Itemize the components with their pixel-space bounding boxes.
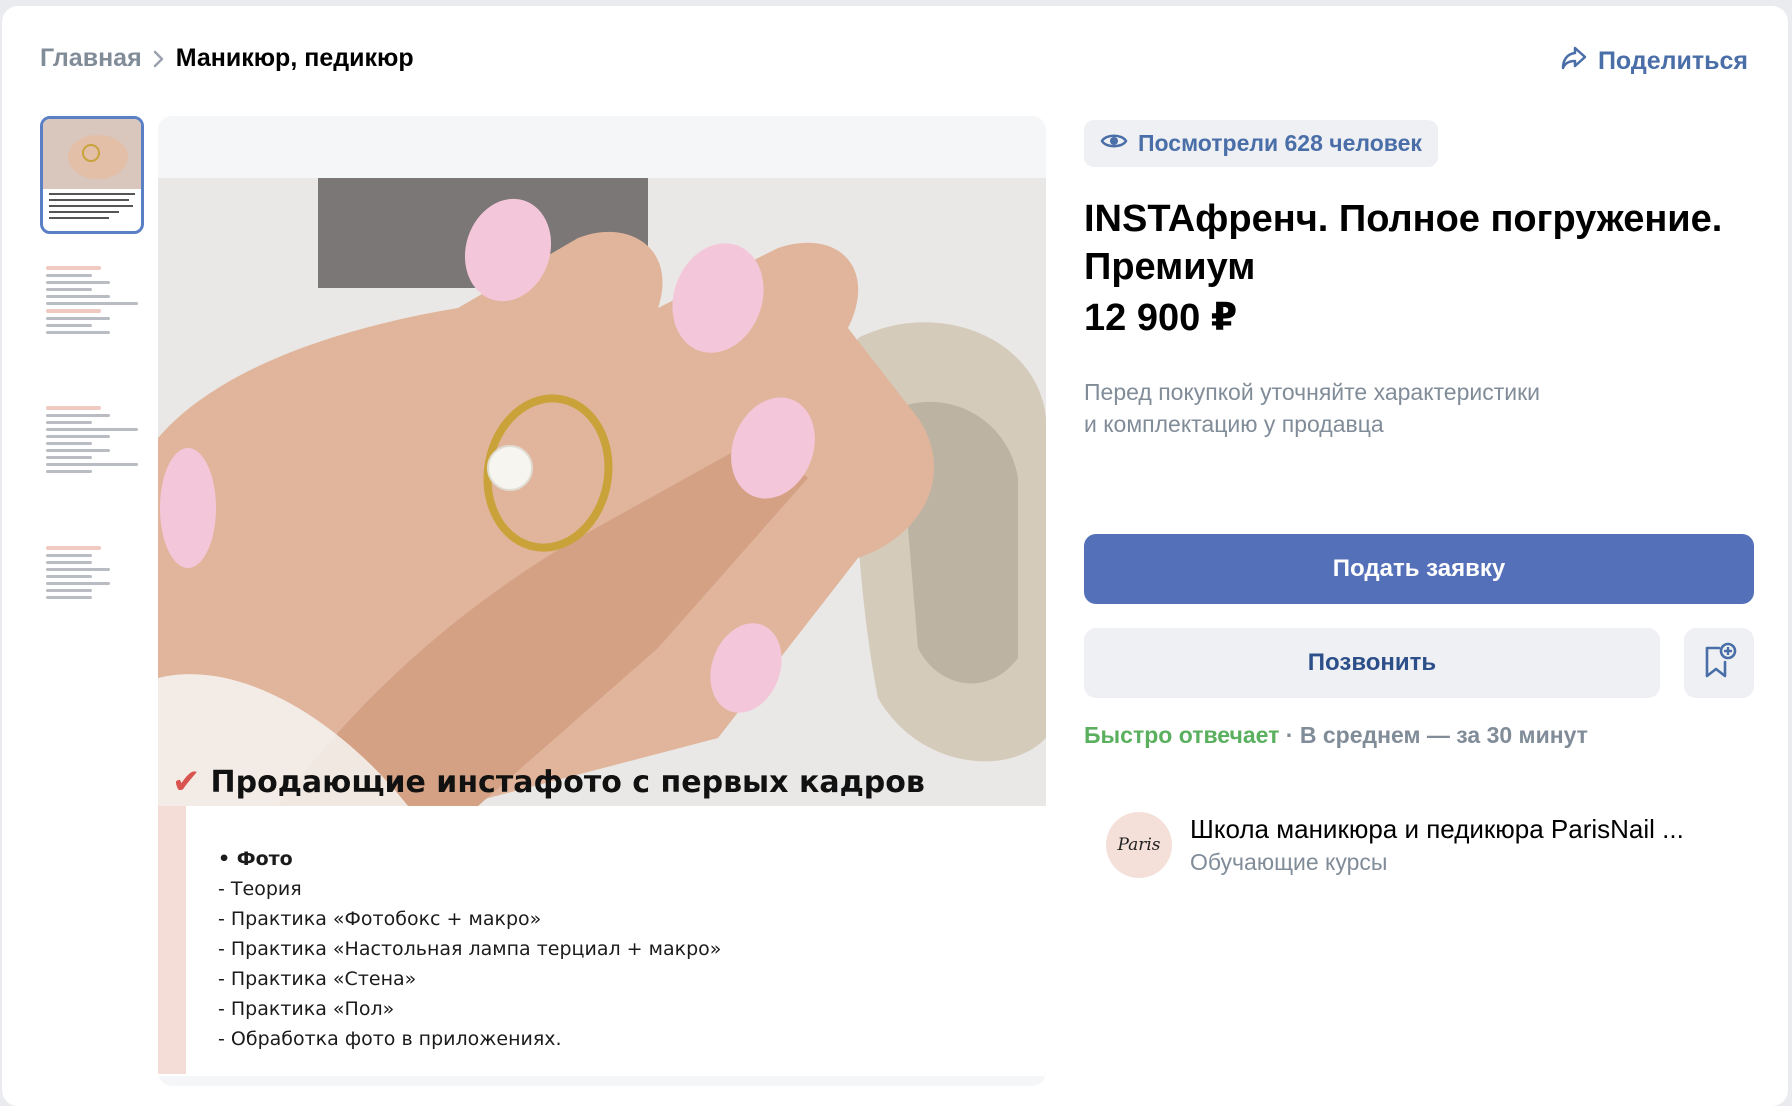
thumbnail-3[interactable]	[40, 396, 144, 514]
list-item: - Практика «Стена»	[218, 968, 417, 990]
breadcrumb-home-link[interactable]: Главная	[40, 44, 142, 73]
list-item: - Теория	[218, 878, 302, 900]
photo-text-block: • Фото - Теория - Практика «Фотобокс + м…	[158, 806, 1046, 1076]
main-gallery[interactable]: • Фото - Теория - Практика «Фотобокс + м…	[158, 116, 1046, 1086]
reply-info: Быстро отвечает · В среднем — за 30 мину…	[1084, 722, 1588, 749]
list-item: - Практика «Настольная лампа терциал + м…	[218, 938, 722, 960]
bookmark-add-button[interactable]	[1684, 628, 1754, 698]
thumbnail-list	[40, 116, 144, 676]
thumbnail-1[interactable]	[40, 116, 144, 234]
views-label: Посмотрели 628 человек	[1138, 130, 1422, 156]
list-item: - Практика «Пол»	[218, 998, 395, 1020]
seller-avatar[interactable]: Paris	[1106, 812, 1172, 878]
product-price: 12 900 ₽	[1084, 297, 1238, 339]
list-item: • Фото	[218, 848, 293, 870]
breadcrumb: Главная Маникюр, педикюр	[40, 44, 414, 73]
seller-category: Обучающие курсы	[1190, 849, 1388, 875]
thumbnail-4[interactable]	[40, 536, 144, 654]
apply-button[interactable]: Подать заявку	[1084, 534, 1754, 604]
purchase-note: Перед покупкой уточняйте характеристики …	[1084, 376, 1754, 440]
list-item: - Обработка фото в приложениях.	[218, 1028, 562, 1050]
decor-bar	[158, 806, 186, 1074]
call-button[interactable]: Позвонить	[1084, 628, 1660, 698]
list-item: - Практика «Фотобокс + макро»	[218, 908, 542, 930]
purchase-note-line: и комплектацию у продавца	[1084, 411, 1384, 437]
photo-caption-text: Продающие инстафото с первых кадров	[210, 764, 925, 800]
product-card: Главная Маникюр, педикюр Поделиться • Фо…	[2, 6, 1788, 1106]
thumbnail-2[interactable]	[40, 256, 144, 374]
check-icon: ✔	[172, 762, 201, 802]
product-photo	[158, 178, 1046, 806]
seller-block[interactable]: Paris Школа маникюра и педикюра ParisNai…	[1106, 812, 1684, 878]
fast-reply-label: Быстро отвечает	[1084, 722, 1280, 748]
breadcrumb-current: Маникюр, педикюр	[175, 44, 414, 72]
share-arrow-icon	[1560, 44, 1588, 79]
product-info: Посмотрели 628 человек INSTAфренч. Полно…	[1084, 120, 1754, 878]
purchase-note-line: Перед покупкой уточняйте характеристики	[1084, 379, 1541, 405]
product-title: INSTAфренч. Полное погружение. Премиум	[1084, 198, 1723, 288]
avg-reply-label: · В среднем — за 30 минут	[1279, 722, 1588, 748]
photo-caption: ✔ Продающие инстафото с первых кадров	[172, 762, 925, 802]
share-button[interactable]: Поделиться	[1560, 44, 1748, 79]
seller-info: Школа маникюра и педикюра ParisNail ... …	[1190, 814, 1684, 876]
bookmark-add-icon	[1701, 642, 1737, 685]
views-badge: Посмотрели 628 человек	[1084, 120, 1438, 167]
photo-program-list: • Фото - Теория - Практика «Фотобокс + м…	[218, 844, 721, 1054]
chevron-right-icon	[142, 45, 176, 73]
eye-icon	[1100, 130, 1128, 157]
seller-name[interactable]: Школа маникюра и педикюра ParisNail ...	[1190, 814, 1684, 845]
share-label: Поделиться	[1597, 47, 1748, 75]
